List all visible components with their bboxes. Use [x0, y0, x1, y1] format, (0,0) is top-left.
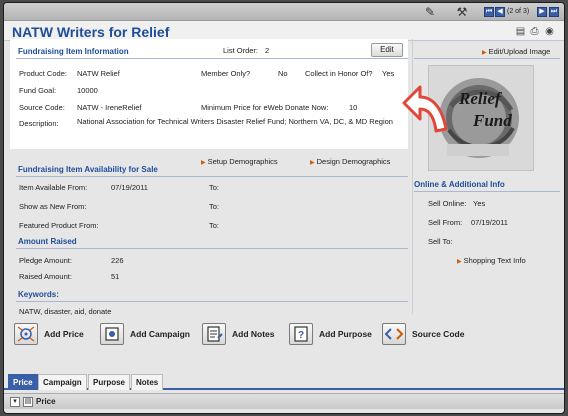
add-price-icon — [14, 323, 38, 345]
add-price-label: Add Price — [44, 329, 84, 339]
source-code-value: NATW - IreneRelief — [77, 103, 142, 112]
raised-amount-label: Raised Amount: — [19, 272, 72, 281]
info-heading-rule — [16, 58, 408, 59]
title-bar: NATW Writers for Relief ▤ ⎙ ◉ — [4, 21, 564, 41]
description-label: Description: — [19, 119, 59, 128]
add-campaign-icon — [100, 323, 124, 345]
window-frame: ✎ ⚒ ⏮ ◀ (2 of 3) ▶ ⏭ NATW Writers for Re… — [3, 2, 565, 414]
record-counter: (2 of 3) — [507, 8, 530, 15]
description-value: National Association for Technical Write… — [77, 117, 393, 126]
edit-button[interactable]: Edit — [371, 43, 403, 57]
sell-online-value: Yes — [473, 199, 486, 208]
tab-purpose[interactable]: Purpose — [88, 374, 131, 390]
amount-raised-heading: Amount Raised — [18, 237, 77, 246]
chevron-down-icon[interactable]: ▾ — [10, 397, 20, 407]
pencil-icon[interactable]: ✎ — [422, 5, 438, 19]
member-only-value: No — [278, 69, 288, 78]
item-available-to-label: To: — [209, 183, 220, 192]
edit-upload-image-label: Edit/Upload Image — [488, 47, 551, 56]
collect-honor-label: Collect in Honor Of? — [305, 69, 373, 78]
logo-text-fund: Fund — [472, 111, 512, 130]
online-info-heading: Online & Additional Info — [414, 180, 505, 189]
tab-strip: Price Campaign Purpose Notes — [4, 372, 564, 390]
arrow-icon: ▶ — [201, 160, 206, 166]
keywords-rule — [16, 301, 408, 302]
item-available-value: 07/19/2011 — [111, 183, 148, 192]
pledge-amount-value: 226 — [111, 256, 124, 265]
next-record-button[interactable]: ▶ — [537, 7, 547, 17]
list-order-value: 2 — [265, 46, 270, 55]
availability-heading: Fundraising Item Availability for Sale — [18, 165, 158, 174]
shopping-text-info-link[interactable]: ▶ Shopping Text Info — [457, 256, 526, 265]
sell-online-label: Sell Online: — [428, 199, 467, 208]
online-info-rule — [414, 191, 560, 192]
svg-text:?: ? — [298, 330, 304, 341]
right-heading-rule — [414, 58, 560, 59]
add-notes-label: Add Notes — [232, 329, 275, 339]
top-toolbar: ✎ ⚒ ⏮ ◀ (2 of 3) ▶ ⏭ — [4, 3, 564, 21]
tab-price[interactable]: Price — [8, 374, 38, 390]
add-campaign-label: Add Campaign — [130, 329, 190, 339]
column-divider — [412, 39, 413, 314]
edit-upload-image-link[interactable]: ▶ Edit/Upload Image — [482, 47, 550, 56]
raised-amount-value: 51 — [111, 272, 120, 281]
sell-from-label: Sell From: — [428, 218, 463, 227]
previous-record-button[interactable]: ◀ — [495, 7, 505, 17]
document-icon[interactable]: ▤ — [515, 26, 526, 37]
shopping-text-info-label: Shopping Text Info — [463, 256, 526, 265]
child-form-bar: ▾ ▤ Price — [4, 393, 564, 409]
page-title: NATW Writers for Relief — [12, 24, 170, 40]
product-code-value: NATW Relief — [77, 69, 120, 78]
child-form-label: Price — [36, 397, 56, 406]
first-record-button[interactable]: ⏮ — [484, 7, 494, 17]
setup-demographics-label: Setup Demographics — [207, 157, 278, 166]
fund-goal-label: Fund Goal: — [19, 86, 57, 95]
sell-to-label: Sell To: — [428, 237, 453, 246]
sell-from-value: 07/19/2011 — [471, 218, 508, 227]
add-purpose-label: Add Purpose — [319, 329, 372, 339]
product-code-label: Product Code: — [19, 69, 67, 78]
featured-label: Featured Product From: — [19, 221, 99, 230]
action-bar: Add Price Add Campaign Add Notes ? Add P… — [10, 321, 558, 353]
form-icon[interactable]: ▤ — [23, 397, 33, 407]
availability-rule — [16, 176, 408, 177]
collect-honor-value: Yes — [382, 69, 395, 78]
setup-demographics-link[interactable]: ▶ Setup Demographics — [201, 157, 278, 166]
print-icon[interactable]: ⎙ — [529, 26, 540, 37]
pledge-amount-label: Pledge Amount: — [19, 256, 72, 265]
callout-arrow-icon — [402, 85, 448, 133]
add-purpose-icon: ? — [289, 323, 313, 345]
member-only-label: Member Only? — [201, 69, 251, 78]
show-new-to-label: To: — [209, 202, 220, 211]
keywords-value: NATW, disaster, aid, donate — [19, 307, 112, 316]
view-icon[interactable]: ◉ — [544, 26, 555, 37]
amount-raised-rule — [16, 248, 408, 249]
tab-campaign[interactable]: Campaign — [38, 374, 87, 390]
arrow-icon: ▶ — [457, 259, 462, 265]
source-code-label: Source Code — [412, 329, 465, 339]
list-order-label: List Order: — [223, 46, 259, 55]
tab-notes[interactable]: Notes — [131, 374, 164, 390]
min-price-value: 10 — [349, 103, 358, 112]
add-notes-icon — [202, 323, 226, 345]
min-price-label: Minimum Price for eWeb Donate Now: — [201, 103, 329, 112]
source-code-label: Source Code: — [19, 103, 65, 112]
fund-goal-value: 10000 — [77, 86, 98, 95]
last-record-button[interactable]: ⏭ — [549, 7, 559, 17]
source-code-icon — [382, 323, 406, 345]
show-new-label: Show as New From: — [19, 202, 87, 211]
keywords-heading: Keywords: — [18, 290, 59, 299]
featured-to-label: To: — [209, 221, 220, 230]
arrow-icon: ▶ — [310, 160, 315, 166]
design-demographics-link[interactable]: ▶ Design Demographics — [310, 157, 390, 166]
logo-text-relief: Relief — [458, 89, 503, 108]
item-available-label: Item Available From: — [19, 183, 88, 192]
wrench-icon[interactable]: ⚒ — [454, 5, 470, 19]
design-demographics-label: Design Demographics — [316, 157, 391, 166]
arrow-icon: ▶ — [482, 50, 487, 56]
info-heading: Fundraising Item Information — [18, 47, 129, 56]
